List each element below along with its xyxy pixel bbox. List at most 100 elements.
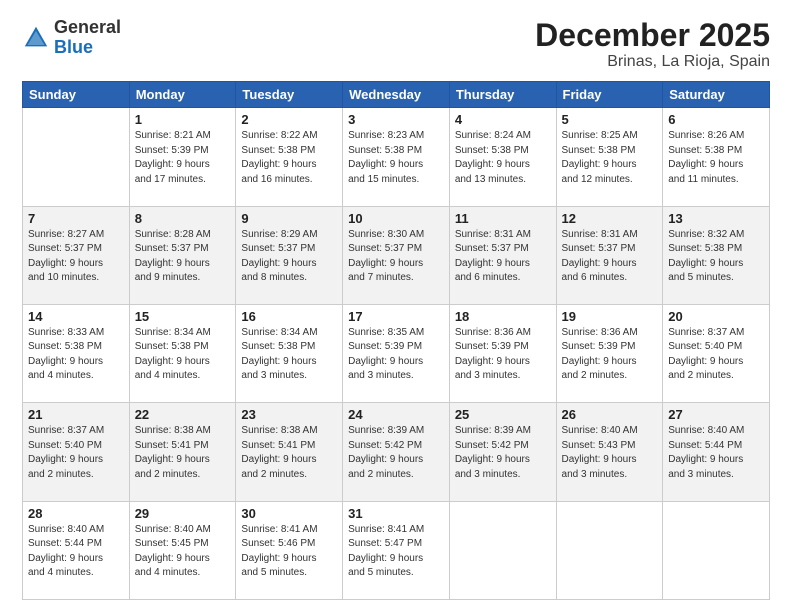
day-header-monday: Monday bbox=[129, 82, 236, 108]
calendar-week-row: 28Sunrise: 8:40 AMSunset: 5:44 PMDayligh… bbox=[23, 501, 770, 599]
calendar-cell: 5 Sunrise: 8:25 AMSunset: 5:38 PMDaylight… bbox=[556, 108, 663, 206]
day-info: Sunrise: 8:40 AMSunset: 5:43 PMDaylight:… bbox=[562, 424, 658, 482]
day-info: Sunrise: 8:41 AMSunset: 5:47 PMDaylight:… bbox=[348, 523, 444, 581]
day-info: Sunrise: 8:22 AMSunset: 5:38 PMDaylight:… bbox=[241, 129, 337, 187]
calendar-cell: 25 Sunrise: 8:39 AMSunset: 5:42 PMDayligh… bbox=[449, 403, 556, 501]
day-header-friday: Friday bbox=[556, 82, 663, 108]
day-number: 30 bbox=[241, 506, 337, 521]
day-info: Sunrise: 8:40 AMSunset: 5:44 PMDaylight:… bbox=[668, 424, 764, 482]
calendar-title: December 2025 bbox=[535, 18, 770, 53]
page: General Blue December 2025 Brinas, La Ri… bbox=[0, 0, 792, 612]
day-number: 7 bbox=[28, 211, 124, 226]
calendar-cell: 23 Sunrise: 8:38 AMSunset: 5:41 PMDayligh… bbox=[236, 403, 343, 501]
day-info: Sunrise: 8:24 AMSunset: 5:38 PMDaylight:… bbox=[455, 129, 551, 187]
day-number: 9 bbox=[241, 211, 337, 226]
calendar-cell: 2Sunrise: 8:22 AMSunset: 5:38 PMDaylight… bbox=[236, 108, 343, 206]
day-number: 19 bbox=[562, 309, 658, 324]
calendar-cell bbox=[449, 501, 556, 599]
day-info: Sunrise: 8:30 AMSunset: 5:37 PMDaylight:… bbox=[348, 228, 444, 286]
calendar-week-row: 7Sunrise: 8:27 AMSunset: 5:37 PMDaylight… bbox=[23, 206, 770, 304]
calendar-table: SundayMondayTuesdayWednesdayThursdayFrid… bbox=[22, 81, 770, 600]
day-number: 25 bbox=[455, 407, 551, 422]
day-number: 1 bbox=[135, 112, 231, 127]
day-number: 28 bbox=[28, 506, 124, 521]
day-info: Sunrise: 8:34 AMSunset: 5:38 PMDaylight:… bbox=[135, 326, 231, 384]
calendar-cell bbox=[23, 108, 130, 206]
calendar-cell: 21 Sunrise: 8:37 AMSunset: 5:40 PMDayligh… bbox=[23, 403, 130, 501]
calendar-cell: 8Sunrise: 8:28 AMSunset: 5:37 PMDaylight… bbox=[129, 206, 236, 304]
calendar-cell: 9 Sunrise: 8:29 AMSunset: 5:37 PMDaylight… bbox=[236, 206, 343, 304]
day-info: Sunrise: 8:37 AMSunset: 5:40 PMDaylight:… bbox=[668, 326, 764, 384]
day-info: Sunrise: 8:28 AMSunset: 5:37 PMDaylight:… bbox=[135, 228, 231, 286]
logo: General Blue bbox=[22, 18, 121, 58]
calendar-cell: 6Sunrise: 8:26 AMSunset: 5:38 PMDaylight… bbox=[663, 108, 770, 206]
day-number: 15 bbox=[135, 309, 231, 324]
day-info: Sunrise: 8:23 AMSunset: 5:38 PMDaylight:… bbox=[348, 129, 444, 187]
calendar-cell: 18 Sunrise: 8:36 AMSunset: 5:39 PMDayligh… bbox=[449, 304, 556, 402]
calendar-week-row: 1 Sunrise: 8:21 AMSunset: 5:39 PMDaylight… bbox=[23, 108, 770, 206]
title-block: December 2025 Brinas, La Rioja, Spain bbox=[535, 18, 770, 71]
day-info: Sunrise: 8:32 AMSunset: 5:38 PMDaylight:… bbox=[668, 228, 764, 286]
day-info: Sunrise: 8:36 AMSunset: 5:39 PMDaylight:… bbox=[455, 326, 551, 384]
day-header-thursday: Thursday bbox=[449, 82, 556, 108]
calendar-subtitle: Brinas, La Rioja, Spain bbox=[535, 53, 770, 71]
day-info: Sunrise: 8:35 AMSunset: 5:39 PMDaylight:… bbox=[348, 326, 444, 384]
day-info: Sunrise: 8:29 AMSunset: 5:37 PMDaylight:… bbox=[241, 228, 337, 286]
calendar-cell: 13 Sunrise: 8:32 AMSunset: 5:38 PMDayligh… bbox=[663, 206, 770, 304]
calendar-cell: 19 Sunrise: 8:36 AMSunset: 5:39 PMDayligh… bbox=[556, 304, 663, 402]
day-number: 14 bbox=[28, 309, 124, 324]
day-number: 11 bbox=[455, 211, 551, 226]
calendar-cell: 17Sunrise: 8:35 AMSunset: 5:39 PMDayligh… bbox=[343, 304, 450, 402]
day-number: 16 bbox=[241, 309, 337, 324]
day-info: Sunrise: 8:33 AMSunset: 5:38 PMDaylight:… bbox=[28, 326, 124, 384]
day-info: Sunrise: 8:39 AMSunset: 5:42 PMDaylight:… bbox=[455, 424, 551, 482]
calendar-cell: 26 Sunrise: 8:40 AMSunset: 5:43 PMDayligh… bbox=[556, 403, 663, 501]
day-number: 3 bbox=[348, 112, 444, 127]
logo-icon bbox=[22, 24, 50, 52]
day-info: Sunrise: 8:21 AMSunset: 5:39 PMDaylight:… bbox=[135, 129, 231, 187]
day-info: Sunrise: 8:36 AMSunset: 5:39 PMDaylight:… bbox=[562, 326, 658, 384]
day-number: 10 bbox=[348, 211, 444, 226]
calendar-cell: 7Sunrise: 8:27 AMSunset: 5:37 PMDaylight… bbox=[23, 206, 130, 304]
day-header-tuesday: Tuesday bbox=[236, 82, 343, 108]
logo-blue: Blue bbox=[54, 38, 121, 58]
calendar-cell bbox=[663, 501, 770, 599]
day-number: 13 bbox=[668, 211, 764, 226]
calendar-cell: 24 Sunrise: 8:39 AMSunset: 5:42 PMDayligh… bbox=[343, 403, 450, 501]
day-number: 26 bbox=[562, 407, 658, 422]
day-number: 6 bbox=[668, 112, 764, 127]
day-info: Sunrise: 8:25 AMSunset: 5:38 PMDaylight:… bbox=[562, 129, 658, 187]
calendar-cell: 14 Sunrise: 8:33 AMSunset: 5:38 PMDayligh… bbox=[23, 304, 130, 402]
day-number: 23 bbox=[241, 407, 337, 422]
day-info: Sunrise: 8:34 AMSunset: 5:38 PMDaylight:… bbox=[241, 326, 337, 384]
calendar-cell: 3 Sunrise: 8:23 AMSunset: 5:38 PMDaylight… bbox=[343, 108, 450, 206]
day-info: Sunrise: 8:41 AMSunset: 5:46 PMDaylight:… bbox=[241, 523, 337, 581]
calendar-cell: 4Sunrise: 8:24 AMSunset: 5:38 PMDaylight… bbox=[449, 108, 556, 206]
calendar-cell: 10 Sunrise: 8:30 AMSunset: 5:37 PMDayligh… bbox=[343, 206, 450, 304]
logo-text: General Blue bbox=[54, 18, 121, 58]
day-info: Sunrise: 8:38 AMSunset: 5:41 PMDaylight:… bbox=[135, 424, 231, 482]
day-header-sunday: Sunday bbox=[23, 82, 130, 108]
calendar-cell: 15 Sunrise: 8:34 AMSunset: 5:38 PMDayligh… bbox=[129, 304, 236, 402]
day-info: Sunrise: 8:38 AMSunset: 5:41 PMDaylight:… bbox=[241, 424, 337, 482]
day-number: 22 bbox=[135, 407, 231, 422]
calendar-cell: 27Sunrise: 8:40 AMSunset: 5:44 PMDayligh… bbox=[663, 403, 770, 501]
day-info: Sunrise: 8:39 AMSunset: 5:42 PMDaylight:… bbox=[348, 424, 444, 482]
calendar-cell: 12Sunrise: 8:31 AMSunset: 5:37 PMDayligh… bbox=[556, 206, 663, 304]
day-number: 21 bbox=[28, 407, 124, 422]
day-number: 24 bbox=[348, 407, 444, 422]
day-header-wednesday: Wednesday bbox=[343, 82, 450, 108]
day-number: 29 bbox=[135, 506, 231, 521]
day-info: Sunrise: 8:40 AMSunset: 5:45 PMDaylight:… bbox=[135, 523, 231, 581]
day-info: Sunrise: 8:31 AMSunset: 5:37 PMDaylight:… bbox=[562, 228, 658, 286]
calendar-cell: 11Sunrise: 8:31 AMSunset: 5:37 PMDayligh… bbox=[449, 206, 556, 304]
calendar-week-row: 21 Sunrise: 8:37 AMSunset: 5:40 PMDayligh… bbox=[23, 403, 770, 501]
day-number: 20 bbox=[668, 309, 764, 324]
logo-general: General bbox=[54, 18, 121, 38]
day-number: 5 bbox=[562, 112, 658, 127]
day-number: 18 bbox=[455, 309, 551, 324]
calendar-cell: 30 Sunrise: 8:41 AMSunset: 5:46 PMDayligh… bbox=[236, 501, 343, 599]
day-info: Sunrise: 8:37 AMSunset: 5:40 PMDaylight:… bbox=[28, 424, 124, 482]
day-header-saturday: Saturday bbox=[663, 82, 770, 108]
calendar-week-row: 14 Sunrise: 8:33 AMSunset: 5:38 PMDayligh… bbox=[23, 304, 770, 402]
